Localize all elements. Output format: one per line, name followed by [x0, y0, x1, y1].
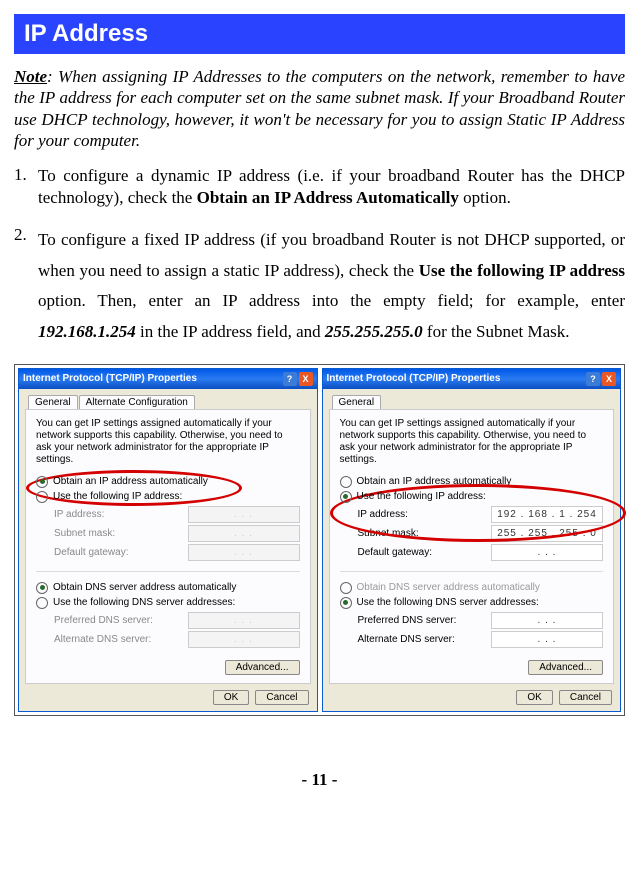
list-number: 1.	[14, 165, 38, 209]
label-adns: Alternate DNS server:	[358, 634, 492, 645]
pdns-input[interactable]: . . .	[491, 612, 603, 629]
ip-input: . . .	[188, 506, 300, 523]
advanced-button[interactable]: Advanced...	[528, 660, 603, 675]
radio-obtain-dns[interactable]: Obtain DNS server address automatically	[36, 582, 300, 594]
label-mask: Subnet mask:	[358, 528, 492, 539]
titlebar: Internet Protocol (TCP/IP) Properties ? …	[19, 369, 317, 389]
ok-button[interactable]: OK	[213, 690, 249, 705]
list-text: To configure a fixed IP address (if you …	[38, 225, 625, 347]
section-header: IP Address	[14, 14, 625, 54]
label-gateway: Default gateway:	[358, 547, 492, 558]
note-paragraph: Note: When assigning IP Addresses to the…	[14, 66, 625, 151]
label-ip: IP address:	[358, 509, 492, 520]
radio-use-ip[interactable]: Use the following IP address:	[340, 491, 604, 503]
gateway-input: . . .	[188, 544, 300, 561]
radio-use-dns[interactable]: Use the following DNS server addresses:	[340, 597, 604, 609]
label-pdns: Preferred DNS server:	[358, 615, 492, 626]
dialog-title: Internet Protocol (TCP/IP) Properties	[23, 373, 197, 384]
close-icon[interactable]: X	[602, 372, 616, 386]
tcpip-dialog-auto: Internet Protocol (TCP/IP) Properties ? …	[18, 368, 318, 712]
label-mask: Subnet mask:	[54, 528, 188, 539]
radio-obtain-ip[interactable]: Obtain an IP address automatically	[340, 476, 604, 488]
tcpip-dialog-static: Internet Protocol (TCP/IP) Properties ? …	[322, 368, 622, 712]
help-icon[interactable]: ?	[586, 372, 600, 386]
tab-alternate[interactable]: Alternate Configuration	[79, 395, 195, 409]
page-number: - 11 -	[14, 744, 625, 808]
cancel-button[interactable]: Cancel	[559, 690, 612, 705]
dialog-description: You can get IP settings assigned automat…	[340, 418, 604, 466]
label-gateway: Default gateway:	[54, 547, 188, 558]
radio-use-dns[interactable]: Use the following DNS server addresses:	[36, 597, 300, 609]
ip-input[interactable]: 192 . 168 . 1 . 254	[491, 506, 603, 523]
adns-input: . . .	[188, 631, 300, 648]
screenshot-row: Internet Protocol (TCP/IP) Properties ? …	[14, 364, 625, 716]
label-adns: Alternate DNS server:	[54, 634, 188, 645]
radio-obtain-dns: Obtain DNS server address automatically	[340, 582, 604, 594]
list-text: To configure a dynamic IP address (i.e. …	[38, 165, 625, 209]
note-label: Note	[14, 67, 47, 86]
mask-input[interactable]: 255 . 255 . 255 . 0	[491, 525, 603, 542]
label-ip: IP address:	[54, 509, 188, 520]
list-item: 2. To configure a fixed IP address (if y…	[14, 225, 625, 347]
tab-general[interactable]: General	[28, 395, 78, 409]
list-item: 1. To configure a dynamic IP address (i.…	[14, 165, 625, 209]
tab-general[interactable]: General	[332, 395, 382, 409]
list-number: 2.	[14, 225, 38, 347]
radio-obtain-ip[interactable]: Obtain an IP address automatically	[36, 476, 300, 488]
gateway-input[interactable]: . . .	[491, 544, 603, 561]
mask-input: . . .	[188, 525, 300, 542]
note-text: : When assigning IP Addresses to the com…	[14, 67, 625, 150]
ok-button[interactable]: OK	[516, 690, 552, 705]
cancel-button[interactable]: Cancel	[255, 690, 308, 705]
advanced-button[interactable]: Advanced...	[225, 660, 300, 675]
radio-use-ip[interactable]: Use the following IP address:	[36, 491, 300, 503]
dialog-title: Internet Protocol (TCP/IP) Properties	[327, 373, 501, 384]
pdns-input: . . .	[188, 612, 300, 629]
titlebar: Internet Protocol (TCP/IP) Properties ? …	[323, 369, 621, 389]
dialog-description: You can get IP settings assigned automat…	[36, 418, 300, 466]
close-icon[interactable]: X	[299, 372, 313, 386]
adns-input[interactable]: . . .	[491, 631, 603, 648]
help-icon[interactable]: ?	[283, 372, 297, 386]
label-pdns: Preferred DNS server:	[54, 615, 188, 626]
